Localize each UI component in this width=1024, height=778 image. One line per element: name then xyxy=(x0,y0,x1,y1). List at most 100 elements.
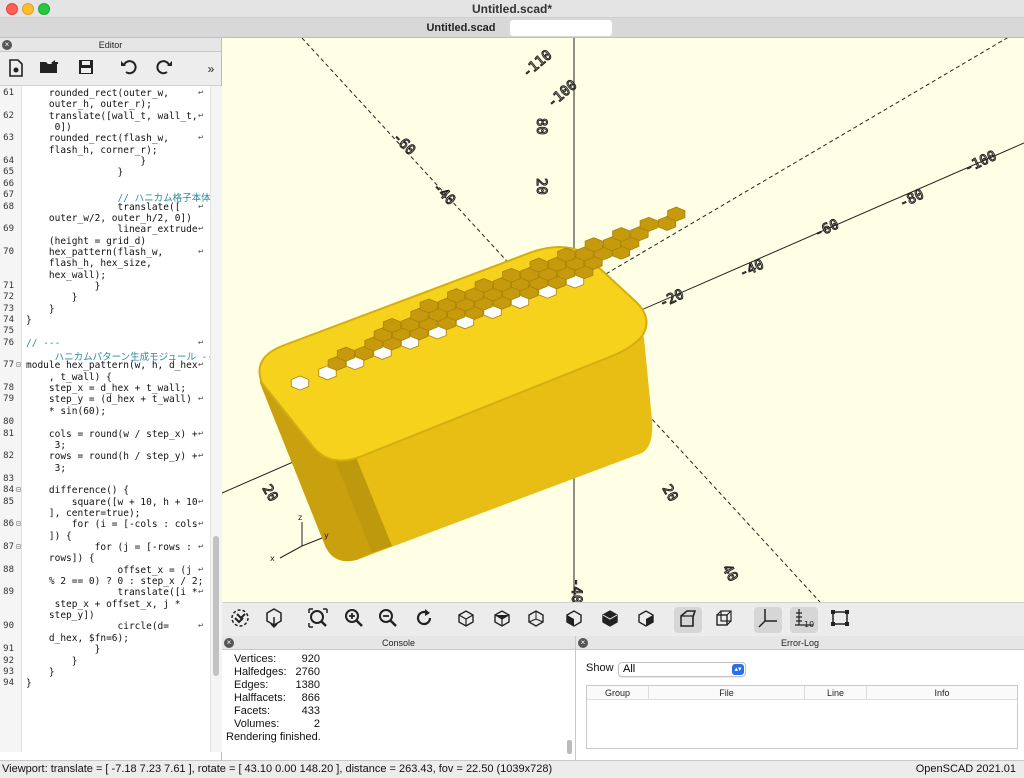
3d-viewport[interactable]: -110 -100 -60 -40 -100 -80 -60 -40 -20 8… xyxy=(222,38,1024,602)
stat-row: Halfedges: 2760 xyxy=(226,666,571,679)
view-right-icon[interactable] xyxy=(452,607,480,633)
show-filter-select[interactable]: All ▴▾ xyxy=(618,662,746,677)
axis-tick-label: -20 xyxy=(657,286,687,311)
axis-tick-label: -60 xyxy=(812,216,842,241)
zoom-all-icon[interactable] xyxy=(304,607,332,633)
code-text: d_hex, $fn=6); xyxy=(26,632,129,644)
viewport-scene: -110 -100 -60 -40 -100 -80 -60 -40 -20 8… xyxy=(222,38,1024,602)
zoom-out-icon[interactable] xyxy=(374,607,402,633)
console-scroll-thumb[interactable] xyxy=(567,740,572,754)
line-number: 71 xyxy=(3,280,14,291)
zoom-in-icon[interactable] xyxy=(340,607,368,633)
new-file-icon[interactable] xyxy=(5,59,27,79)
code-text: (height = grid_d) xyxy=(26,235,147,247)
editor-panel: × Editor » 61 rounded_rect(outer_w, ↩ out… xyxy=(0,38,222,760)
wrap-marker-icon: ↩ xyxy=(198,428,204,439)
stat-key: Vertices: xyxy=(234,653,277,665)
wrap-marker-icon: ↩ xyxy=(198,394,204,405)
fold-toggle-icon[interactable]: ⊟ xyxy=(16,542,21,551)
render-export-icon[interactable] xyxy=(260,607,288,633)
version-label: OpenSCAD 2021.01 xyxy=(915,763,1016,775)
line-number: 68 xyxy=(3,201,14,212)
hex-cell xyxy=(639,216,658,232)
reset-view-icon[interactable] xyxy=(410,607,438,633)
line-number: 86 xyxy=(3,519,14,530)
axis-tick-label: -100 xyxy=(544,77,580,111)
code-text: } xyxy=(26,644,101,656)
view-front-icon[interactable] xyxy=(596,607,624,633)
line-number: 61 xyxy=(3,88,14,98)
hex-cell xyxy=(447,288,466,304)
open-folder-icon[interactable] xyxy=(38,59,60,79)
view-back-icon[interactable] xyxy=(632,607,660,633)
fold-toggle-icon[interactable]: ⊟ xyxy=(16,485,21,494)
hex-cell xyxy=(502,267,521,283)
column-line[interactable]: Line xyxy=(805,686,867,700)
tab-empty-slot xyxy=(510,20,612,36)
column-file[interactable]: File xyxy=(649,686,805,700)
stat-key: Facets: xyxy=(234,705,271,717)
show-label: Show xyxy=(586,662,614,674)
code-text: 3; xyxy=(26,462,67,474)
code-text: offset_x = (j xyxy=(26,564,192,576)
code-text: ]) { xyxy=(26,530,72,542)
line-number: 91 xyxy=(3,644,14,655)
redo-icon[interactable] xyxy=(153,59,175,79)
code-text: for (i = [-cols : cols xyxy=(26,519,198,531)
hex-cell xyxy=(584,237,603,253)
fold-toggle-icon[interactable]: ⊟ xyxy=(16,360,21,369)
code-editor[interactable]: 61 rounded_rect(outer_w, ↩ outer_h, outer… xyxy=(0,86,222,752)
axis-tick-label: 20 xyxy=(659,482,681,505)
code-text: translate([wall_t, wall_t, xyxy=(26,110,198,122)
show-scale-icon[interactable]: 10 xyxy=(790,607,818,633)
close-console-icon[interactable]: × xyxy=(224,638,234,648)
code-text: } xyxy=(26,315,32,326)
wrap-marker-icon: ↩ xyxy=(198,496,204,507)
console-output[interactable]: Vertices: 920 Halfedges: 2760 Edges: 1380 Half… xyxy=(222,650,575,747)
stat-key: Edges: xyxy=(234,679,269,691)
error-log-table[interactable]: Group File Line Info xyxy=(586,685,1018,749)
svg-text:10: 10 xyxy=(804,620,814,629)
close-editor-icon[interactable]: × xyxy=(2,40,12,50)
show-edges-icon[interactable] xyxy=(826,607,854,633)
tab-untitled[interactable]: Untitled.scad xyxy=(415,19,507,37)
code-text: } xyxy=(26,156,147,168)
perspective-icon[interactable] xyxy=(674,607,702,633)
fold-toggle-icon[interactable]: ⊟ xyxy=(16,519,21,528)
line-number: 82 xyxy=(3,451,14,462)
stat-key: Halffacets: xyxy=(234,692,286,704)
viewport-status: Viewport: translate = [ -7.18 7.23 7.61 … xyxy=(2,763,553,775)
axis-tick-label: 40 xyxy=(719,562,741,585)
line-number: 74 xyxy=(3,315,14,325)
editor-scroll-thumb[interactable] xyxy=(213,536,219,676)
undo-icon[interactable] xyxy=(118,59,140,79)
stat-row: Edges: 1380 xyxy=(226,679,571,692)
orthogonal-icon[interactable] xyxy=(710,607,738,633)
more-icon[interactable]: » xyxy=(200,59,222,79)
code-text: flash_h, hex_size, xyxy=(26,258,152,270)
column-info[interactable]: Info xyxy=(867,686,1017,700)
code-text: translate([ xyxy=(26,201,181,213)
column-group[interactable]: Group xyxy=(587,686,649,700)
wrap-marker-icon: ↩ xyxy=(198,246,204,257)
show-filter-value: All xyxy=(623,663,636,675)
console-footer: Rendering finished. xyxy=(226,731,321,743)
stat-value: 866 xyxy=(301,692,320,704)
hex-cell xyxy=(382,317,402,333)
code-text: square([w + 10, h + 10 xyxy=(26,496,198,508)
axis-tick-label: -110 xyxy=(519,47,555,81)
line-number: 70 xyxy=(3,246,14,257)
view-toolbar: 10 xyxy=(222,602,1024,636)
view-left-icon[interactable] xyxy=(560,607,588,633)
view-bottom-icon[interactable] xyxy=(522,607,550,633)
close-error-log-icon[interactable]: × xyxy=(578,638,588,648)
code-text: outer_w/2, outer_h/2, 0]) xyxy=(26,212,192,224)
render-preview-icon[interactable] xyxy=(226,607,254,633)
code-text: } xyxy=(26,678,32,690)
show-axes-icon[interactable] xyxy=(754,607,782,633)
axis-tick-label: -40 xyxy=(429,180,458,209)
code-text: % 2 == 0) ? 0 : step_x / 2; xyxy=(26,576,204,588)
view-top-icon[interactable] xyxy=(488,607,516,633)
save-icon[interactable] xyxy=(75,59,97,79)
line-number: 66 xyxy=(3,178,14,189)
